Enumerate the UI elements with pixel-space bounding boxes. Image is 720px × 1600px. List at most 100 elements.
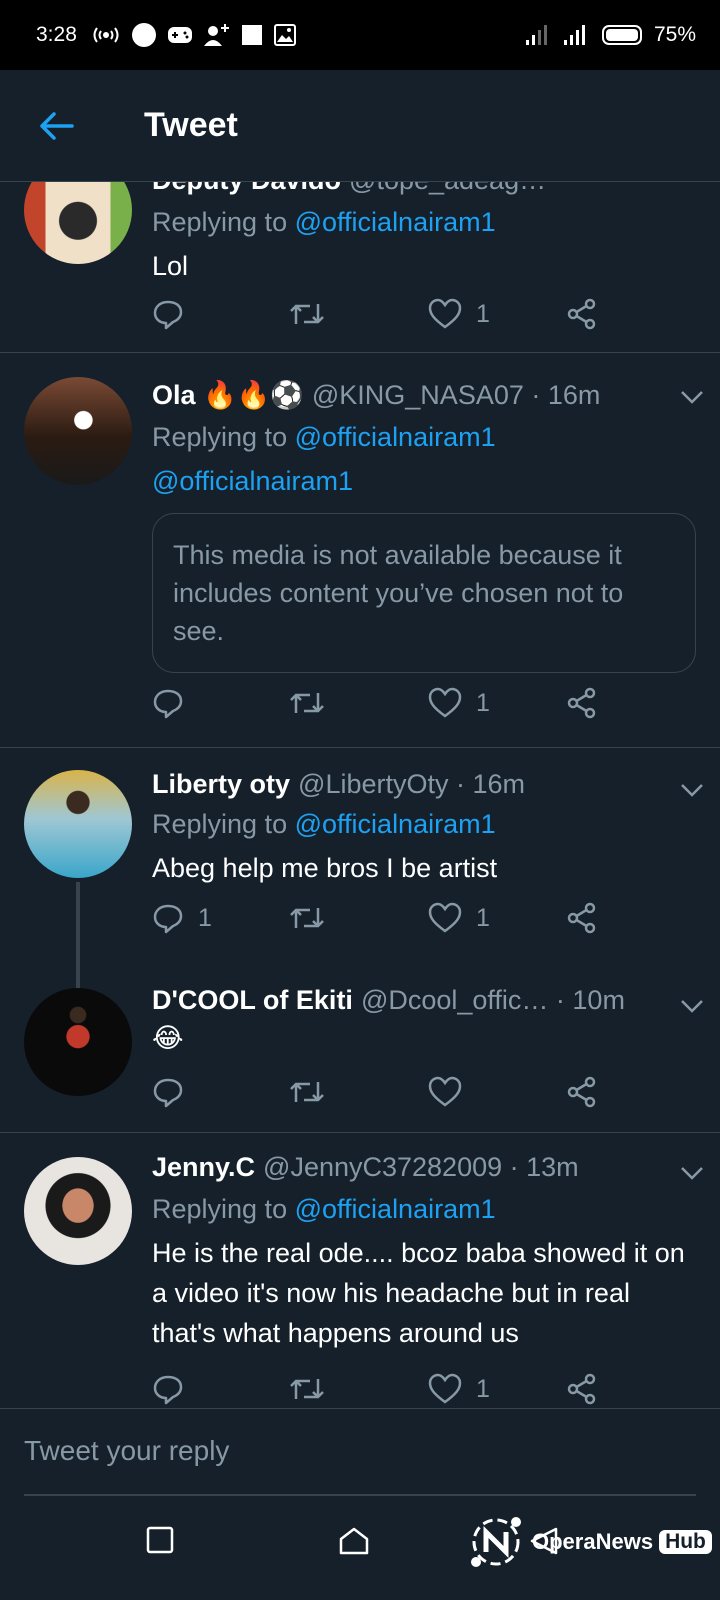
tweet-actions: 1 (152, 687, 622, 727)
reply-button[interactable] (152, 1373, 184, 1405)
like-button[interactable]: 1 (428, 902, 490, 934)
reply-feed[interactable]: Deputy Davido @tope_adeag… Replying to @… (0, 182, 720, 1408)
retweet-icon (290, 304, 324, 324)
tweet-actions: 1 (152, 1373, 622, 1408)
heart-icon (428, 1373, 462, 1404)
status-time: 3:28 (36, 23, 77, 46)
retweet-button[interactable] (288, 902, 326, 934)
share-button[interactable] (566, 1373, 598, 1405)
mention-link[interactable]: @officialnairam1 (295, 809, 496, 839)
mention-link[interactable]: @officialnairam1 (295, 1194, 496, 1224)
more-options-caret[interactable] (678, 1159, 706, 1187)
share-icon (567, 1076, 596, 1108)
battery-icon (600, 24, 644, 46)
notification-dot-icon (131, 22, 157, 48)
heart-icon (428, 298, 462, 329)
tweet-actions: 1 (152, 298, 622, 338)
tweet-text: 😂 (152, 1023, 184, 1053)
hotspot-icon (91, 25, 121, 45)
retweet-icon (290, 1082, 324, 1102)
like-button[interactable]: 1 (428, 687, 490, 719)
tweet-text: Lol (152, 251, 189, 281)
tweet-header: Liberty oty @LibertyOty · 16m (152, 766, 656, 802)
like-button[interactable]: 1 (428, 298, 490, 330)
retweet-button[interactable] (288, 1076, 326, 1108)
tweet-item[interactable]: Deputy Davido @tope_adeag… Replying to @… (0, 182, 720, 354)
reply-button[interactable]: 1 (152, 902, 212, 934)
display-name[interactable]: Ola 🔥🔥⚽ (152, 377, 304, 413)
reply-icon (153, 300, 183, 330)
gamepad-icon (167, 22, 193, 48)
replying-to: Replying to @officialnairam1 (152, 809, 496, 839)
home-icon (339, 1527, 369, 1555)
retweet-button[interactable] (288, 298, 326, 330)
reply-composer[interactable]: Tweet your reply (0, 1408, 720, 1496)
avatar[interactable] (24, 182, 132, 264)
more-options-caret[interactable] (678, 383, 706, 411)
tweet-mention[interactable]: @officialnairam1 (152, 461, 696, 501)
reply-button[interactable] (152, 298, 184, 330)
replying-to: Replying to @officialnairam1 (152, 207, 496, 237)
avatar[interactable] (24, 988, 132, 1096)
share-button[interactable] (566, 1076, 598, 1108)
watermark-hub: Hub (659, 1530, 712, 1554)
home-button[interactable] (338, 1526, 370, 1561)
display-name[interactable]: Deputy Davido (152, 182, 341, 198)
back-arrow-icon (40, 111, 74, 140)
page-title: Tweet (144, 106, 238, 144)
retweet-icon (290, 693, 324, 713)
like-button[interactable]: 1 (428, 1373, 490, 1405)
reply-button[interactable] (152, 1076, 184, 1108)
mention-link[interactable]: @officialnairam1 (295, 422, 496, 452)
avatar[interactable] (24, 377, 132, 485)
tweet-item[interactable]: Liberty oty @LibertyOty · 16m Replying t… (0, 748, 720, 1036)
reply-icon (153, 689, 183, 719)
display-name[interactable]: Liberty oty (152, 766, 290, 802)
watermark: OperaNews Hub (466, 1512, 712, 1572)
reply-input[interactable]: Tweet your reply (24, 1435, 229, 1467)
share-button[interactable] (566, 687, 598, 719)
reply-icon (153, 1375, 183, 1405)
retweet-button[interactable] (288, 1373, 326, 1405)
signal-icon (524, 23, 552, 47)
like-button[interactable] (428, 1076, 462, 1108)
recents-button[interactable] (146, 1526, 174, 1559)
chevron-down-icon (681, 1000, 703, 1013)
like-count: 1 (476, 299, 490, 328)
square-nav-icon (146, 1526, 174, 1554)
display-name[interactable]: D'COOL of Ekiti (152, 982, 353, 1018)
user-handle: @Dcool_offic… · 10m (360, 985, 625, 1015)
retweet-icon (290, 908, 324, 928)
share-icon (567, 687, 596, 719)
heart-icon (428, 902, 462, 933)
like-count: 1 (476, 903, 490, 932)
heart-icon (428, 687, 462, 718)
share-icon (567, 1373, 596, 1405)
user-handle: @KING_NASA07 · 16m (311, 380, 601, 410)
avatar[interactable] (24, 770, 132, 878)
chevron-down-icon (681, 391, 703, 404)
tweet-actions (152, 1076, 622, 1116)
tweet-item[interactable]: Jenny.C @JennyC37282009 · 13m Replying t… (0, 1133, 720, 1408)
mention-link[interactable]: @officialnairam1 (295, 207, 496, 237)
reply-icon (153, 904, 183, 934)
chevron-down-icon (681, 1167, 703, 1180)
reply-button[interactable] (152, 687, 184, 719)
tweet-item[interactable]: Ola 🔥🔥⚽ @KING_NASA07 · 16m Replying to @… (0, 353, 720, 747)
more-options-caret[interactable] (678, 776, 706, 804)
media-unavailable-notice[interactable]: This media is not available because it i… (152, 513, 696, 673)
share-button[interactable] (566, 902, 598, 934)
more-options-caret[interactable] (678, 992, 706, 1020)
share-button[interactable] (566, 298, 598, 330)
tweet-actions: 1 1 (152, 902, 622, 942)
tweet-header: D'COOL of Ekiti @Dcool_offic… · 10m (152, 982, 656, 1018)
tweet-item[interactable]: D'COOL of Ekiti @Dcool_offic… · 10m 😂 (0, 966, 720, 1138)
tweet-header: Jenny.C @JennyC37282009 · 13m (152, 1149, 656, 1185)
gallery-icon (273, 23, 297, 47)
tweet-header: Deputy Davido @tope_adeag… (152, 182, 696, 198)
user-handle: @LibertyOty · 16m (298, 769, 525, 799)
avatar[interactable] (24, 1157, 132, 1265)
back-button[interactable] (28, 98, 84, 154)
retweet-button[interactable] (288, 687, 326, 719)
display-name[interactable]: Jenny.C (152, 1149, 255, 1185)
